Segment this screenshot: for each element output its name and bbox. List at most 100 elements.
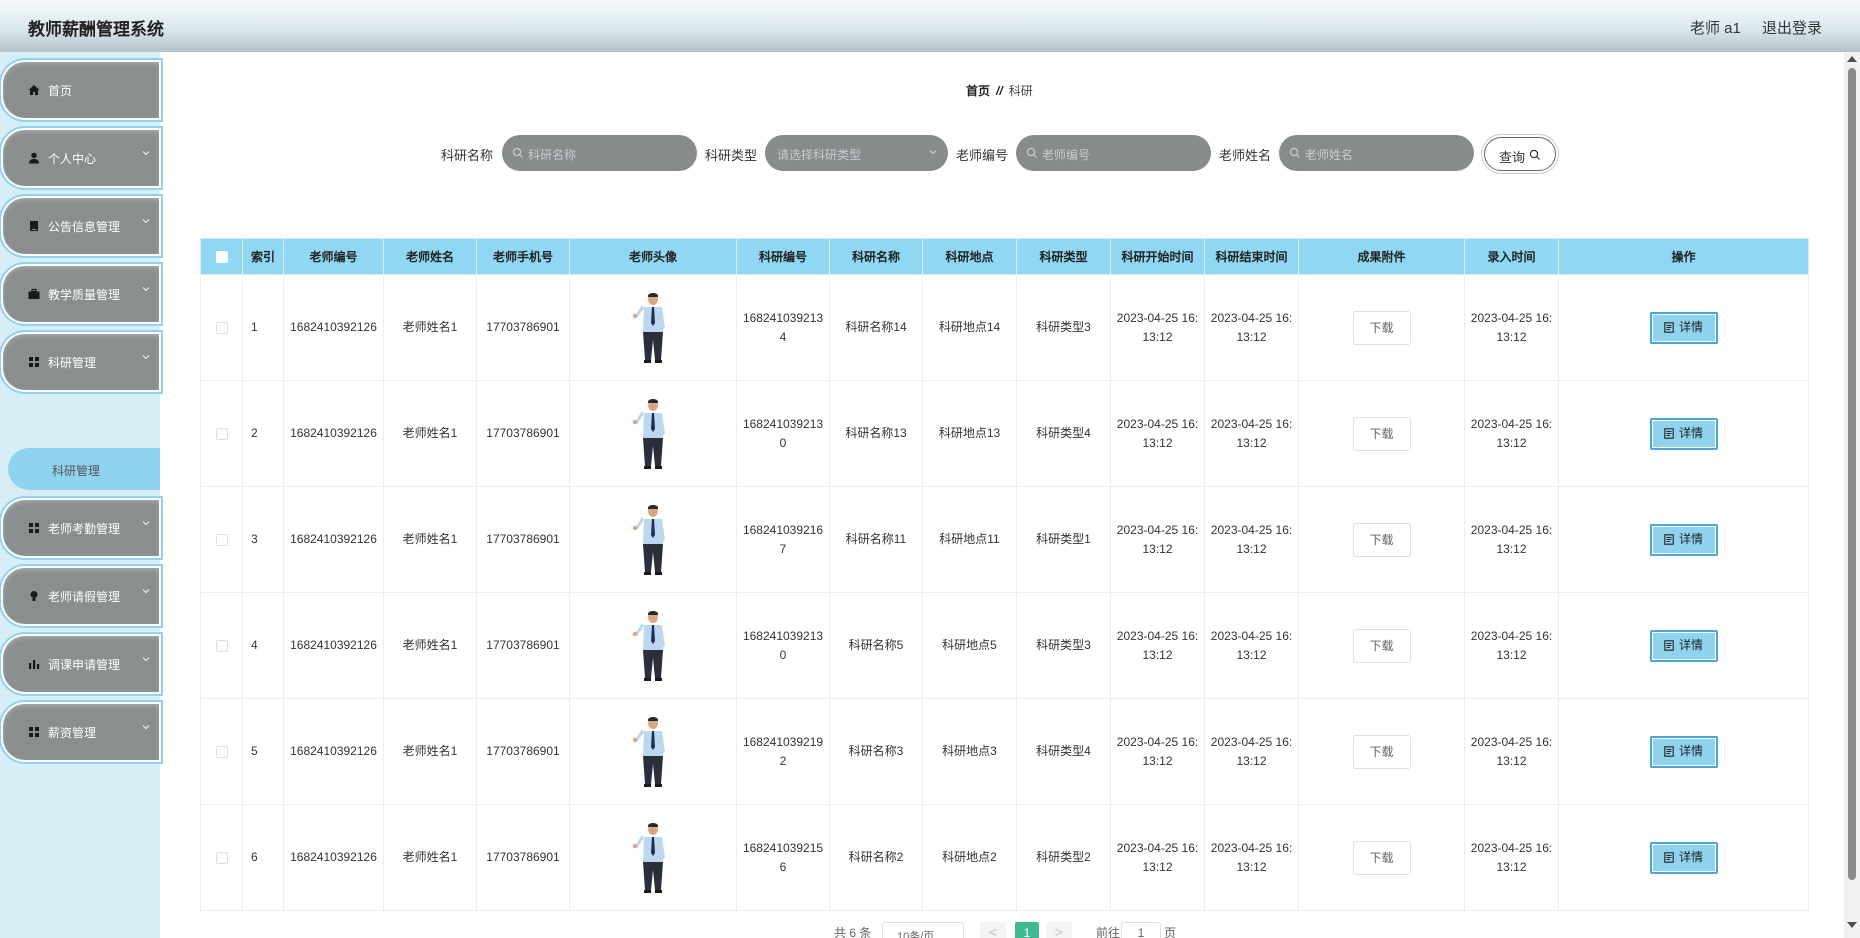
research-name-cell: 科研名称5 [829, 592, 923, 699]
scroll-up-arrow[interactable] [1847, 56, 1857, 62]
entered-time-cell: 2023-04-25 16:13:12 [1464, 274, 1559, 381]
sidebar-item-salary[interactable]: 薪资管理 [3, 704, 159, 760]
sidebar-item-research[interactable]: 科研管理 [3, 334, 159, 390]
detail-button[interactable]: 详情 [1649, 417, 1718, 450]
prev-page-button[interactable]: < [980, 922, 1006, 938]
notice-icon [30, 221, 38, 231]
goto-page-input[interactable]: 1 [1121, 922, 1161, 938]
select-all-checkbox[interactable] [215, 251, 228, 264]
detail-button[interactable]: 详情 [1649, 523, 1718, 556]
download-button[interactable]: 下载 [1352, 310, 1411, 345]
download-button[interactable]: 下载 [1352, 628, 1411, 663]
row-checkbox[interactable] [215, 533, 228, 546]
page-size-select[interactable]: 10条/页 [882, 922, 964, 938]
select-placeholder: 请选择科研类型 [777, 148, 862, 162]
document-icon [1664, 746, 1674, 757]
teacher-name-cell: 老师姓名1 [383, 592, 477, 699]
detail-button[interactable]: 详情 [1649, 629, 1718, 662]
research-location-cell: 科研地点3 [922, 698, 1017, 805]
teacher-no-label: 老师编号 [956, 148, 1009, 163]
research-type-label: 科研类型 [705, 148, 758, 163]
sidebar-item-label: 个人中心 [48, 152, 97, 166]
avatar-cell [569, 486, 737, 593]
detail-button[interactable]: 详情 [1649, 841, 1718, 874]
sidebar-item-profile[interactable]: 个人中心 [3, 130, 159, 186]
research-type-select[interactable]: 请选择科研类型 [765, 135, 948, 171]
research-type-cell: 科研类型1 [1016, 486, 1111, 593]
teacher-no-input[interactable]: 老师编号 [1016, 135, 1211, 171]
row-select-cell [200, 486, 243, 593]
download-button[interactable]: 下载 [1352, 522, 1411, 557]
document-icon [1664, 640, 1674, 651]
sidebar-item-attendance[interactable]: 老师考勤管理 [3, 500, 159, 556]
download-button[interactable]: 下载 [1352, 840, 1411, 875]
teacher-name-cell: 老师姓名1 [383, 274, 477, 381]
input-placeholder: 科研名称 [528, 148, 577, 162]
scrollbar-thumb[interactable] [1848, 68, 1856, 880]
research-name-label: 科研名称 [441, 148, 494, 163]
research-type-cell: 科研类型4 [1016, 380, 1111, 487]
download-button[interactable]: 下载 [1352, 416, 1411, 451]
sidebar-item-notice[interactable]: 公告信息管理 [3, 198, 159, 254]
sidebar-item-label: 薪资管理 [48, 726, 97, 740]
logout-link[interactable]: 退出登录 [1762, 17, 1822, 38]
document-icon [1664, 428, 1674, 439]
sidebar-item-teaching-quality[interactable]: 教学质量管理 [3, 266, 159, 322]
row-checkbox[interactable] [215, 321, 228, 334]
download-button[interactable]: 下载 [1352, 734, 1411, 769]
briefcase-icon [28, 288, 40, 299]
table-row: 1 1682410392126 老师姓名1 17703786901 168241… [200, 274, 1809, 381]
search-icon [1529, 149, 1540, 160]
detail-button[interactable]: 详情 [1649, 735, 1718, 768]
avatar-cell [569, 380, 737, 487]
actions-cell: 详情 [1558, 274, 1809, 381]
sidebar-item-label: 科研管理 [48, 356, 97, 370]
actions-cell: 详情 [1558, 380, 1809, 487]
breadcrumb-home[interactable]: 首页 [966, 84, 990, 98]
row-checkbox[interactable] [215, 427, 228, 440]
user-icon [29, 152, 39, 164]
start-time-cell: 2023-04-25 16:13:12 [1110, 486, 1205, 593]
actions-cell: 详情 [1558, 486, 1809, 593]
query-button-label: 查询 [1499, 150, 1526, 165]
research-type-cell: 科研类型3 [1016, 592, 1111, 699]
next-page-button[interactable]: > [1046, 922, 1072, 938]
phone-cell: 17703786901 [476, 698, 570, 805]
start-time-cell: 2023-04-25 16:13:12 [1110, 698, 1205, 805]
research-name-input[interactable]: 科研名称 [502, 135, 697, 171]
sidebar-subitem-research-management[interactable]: 科研管理 [8, 448, 160, 490]
teacher-no-cell: 1682410392126 [283, 698, 384, 805]
teacher-avatar [632, 610, 665, 681]
sidebar-item-leave[interactable]: 老师请假管理 [3, 568, 159, 624]
attachment-cell: 下载 [1298, 380, 1465, 487]
end-time-cell: 2023-04-25 16:13:12 [1204, 592, 1299, 699]
row-checkbox[interactable] [215, 851, 228, 864]
entered-time-cell: 2023-04-25 16:13:12 [1464, 592, 1559, 699]
row-select-cell [200, 804, 243, 911]
search-icon [1026, 147, 1037, 158]
teacher-no-cell: 1682410392126 [283, 804, 384, 911]
teacher-name-input[interactable]: 老师姓名 [1279, 135, 1474, 171]
page-scrollbar[interactable] [1844, 52, 1860, 938]
teacher-name-cell: 老师姓名1 [383, 486, 477, 593]
detail-button-label: 详情 [1678, 532, 1703, 546]
column-header: 科研类型 [1016, 238, 1111, 275]
scroll-down-arrow[interactable] [1847, 922, 1857, 928]
detail-button[interactable]: 详情 [1649, 311, 1718, 344]
query-button[interactable]: 查询 [1484, 137, 1556, 171]
start-time-cell: 2023-04-25 16:13:12 [1110, 380, 1205, 487]
research-table: 索引 老师编号 老师姓名 老师手机号 老师头像 科研编号 科研名称 科研地点 科… [200, 238, 1809, 911]
row-checkbox[interactable] [215, 639, 228, 652]
sidebar-item-label: 调课申请管理 [48, 658, 121, 672]
sidebar-item-course-change[interactable]: 调课申请管理 [3, 636, 159, 692]
column-header: 录入时间 [1464, 238, 1559, 275]
sidebar-item-home[interactable]: 首页 [3, 62, 159, 118]
row-checkbox[interactable] [215, 745, 228, 758]
row-select-cell [200, 380, 243, 487]
start-time-cell: 2023-04-25 16:13:12 [1110, 274, 1205, 381]
column-header: 科研结束时间 [1204, 238, 1299, 275]
actions-cell: 详情 [1558, 698, 1809, 805]
page-number-1[interactable]: 1 [1015, 922, 1039, 938]
input-placeholder: 老师姓名 [1305, 148, 1354, 162]
column-header: 成果附件 [1298, 238, 1465, 275]
